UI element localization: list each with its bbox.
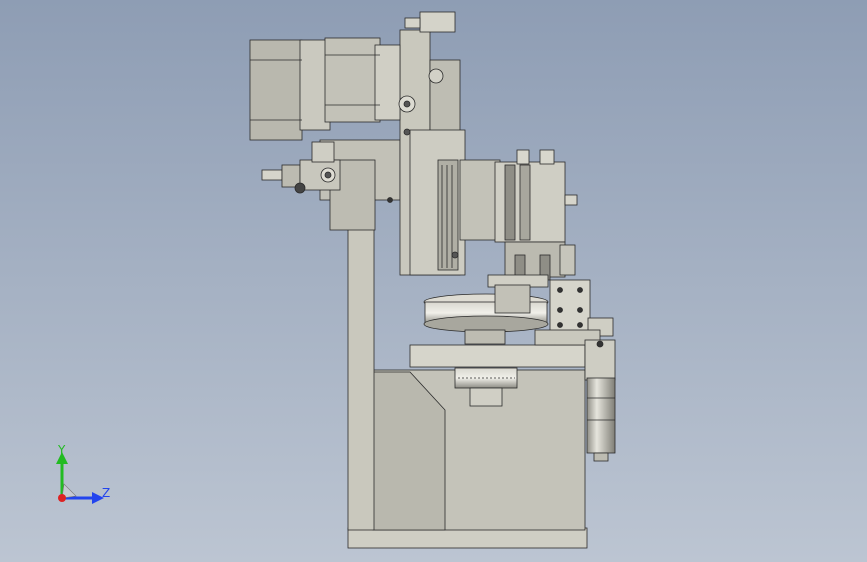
slide-assembly: [459, 149, 578, 281]
x-axis-dot: [58, 494, 66, 502]
cad-viewport[interactable]: Y Z: [0, 0, 867, 562]
y-axis-label: Y: [58, 443, 66, 457]
air-fitting: [261, 141, 341, 194]
servo-motor: [249, 37, 401, 141]
gripper-block: [487, 274, 614, 346]
z-axis-label: Z: [102, 486, 111, 500]
right-cylinder: [584, 339, 616, 462]
